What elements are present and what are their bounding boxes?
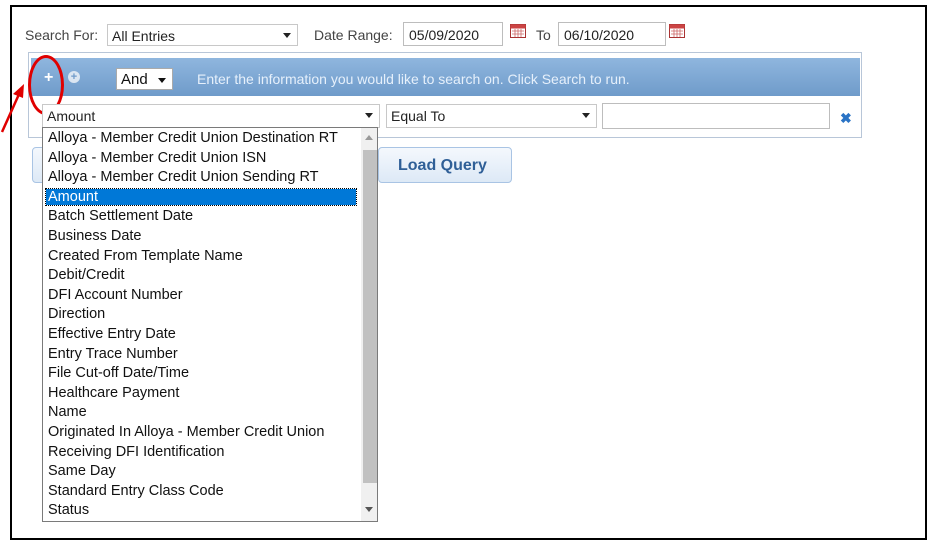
date-to-input[interactable]: 06/10/2020 bbox=[558, 22, 666, 46]
scroll-down-icon[interactable] bbox=[365, 507, 373, 512]
to-label: To bbox=[536, 27, 551, 43]
dropdown-option[interactable]: Debit/Credit bbox=[48, 267, 125, 283]
field-select[interactable]: Amount bbox=[42, 104, 380, 128]
dropdown-option[interactable]: Alloya - Member Credit Union Sending RT bbox=[48, 169, 319, 185]
date-range-label: Date Range: bbox=[314, 27, 393, 43]
dropdown-option[interactable]: Batch Settlement Date bbox=[48, 208, 193, 224]
value-input[interactable] bbox=[602, 103, 830, 129]
dropdown-option[interactable]: Healthcare Payment bbox=[48, 385, 179, 401]
scrollbar-thumb[interactable] bbox=[363, 150, 377, 483]
operator-value: Equal To bbox=[391, 108, 446, 124]
dropdown-option[interactable]: Alloya - Member Credit Union Destination… bbox=[48, 130, 338, 146]
conjunction-value: And bbox=[121, 71, 148, 88]
scrollbar[interactable] bbox=[361, 128, 377, 521]
calendar-icon[interactable] bbox=[669, 24, 685, 38]
chevron-down-icon bbox=[365, 113, 373, 118]
annotation-arrow bbox=[0, 84, 24, 133]
search-for-select[interactable]: All Entries bbox=[107, 24, 298, 46]
query-instructions: Enter the information you would like to … bbox=[197, 71, 630, 87]
dropdown-option[interactable]: Same Day bbox=[48, 463, 116, 479]
chevron-down-icon bbox=[283, 33, 291, 38]
dropdown-option[interactable]: Effective Entry Date bbox=[48, 326, 176, 342]
dropdown-option[interactable]: Alloya - Member Credit Union ISN bbox=[48, 150, 266, 166]
dropdown-option[interactable]: Entry Trace Number bbox=[48, 346, 178, 362]
dropdown-option[interactable]: Standard Entry Class Code bbox=[48, 483, 224, 499]
remove-criteria-icon[interactable]: ✖ bbox=[840, 110, 852, 127]
dropdown-option[interactable]: Name bbox=[48, 404, 87, 420]
chevron-down-icon bbox=[158, 78, 166, 83]
dropdown-option[interactable]: Receiving DFI Identification bbox=[48, 444, 225, 460]
conjunction-select[interactable]: And bbox=[116, 68, 173, 90]
dropdown-option[interactable]: Amount bbox=[45, 187, 357, 206]
chevron-down-icon bbox=[582, 113, 590, 118]
search-for-value: All Entries bbox=[112, 28, 176, 44]
calendar-icon[interactable] bbox=[510, 24, 526, 38]
add-group-icon[interactable]: + bbox=[68, 71, 80, 83]
field-value: Amount bbox=[47, 108, 96, 124]
load-query-label: Load Query bbox=[398, 157, 487, 174]
dropdown-option[interactable]: Created From Template Name bbox=[48, 248, 243, 264]
operator-select[interactable]: Equal To bbox=[386, 104, 597, 128]
search-for-label: Search For: bbox=[25, 27, 99, 43]
dropdown-option[interactable]: Originated In Alloya - Member Credit Uni… bbox=[48, 424, 324, 440]
dropdown-option[interactable]: File Cut-off Date/Time bbox=[48, 365, 189, 381]
field-dropdown-list[interactable]: Alloya - Member Credit Union Destination… bbox=[42, 127, 378, 522]
date-from-input[interactable]: 05/09/2020 bbox=[403, 22, 503, 46]
dropdown-option[interactable]: Status bbox=[48, 502, 89, 518]
dropdown-option[interactable]: Business Date bbox=[48, 228, 142, 244]
dropdown-option[interactable]: DFI Account Number bbox=[48, 287, 183, 303]
load-query-button[interactable]: Load Query bbox=[378, 147, 512, 183]
dropdown-option[interactable]: Direction bbox=[48, 306, 105, 322]
scroll-up-icon[interactable] bbox=[365, 135, 373, 140]
